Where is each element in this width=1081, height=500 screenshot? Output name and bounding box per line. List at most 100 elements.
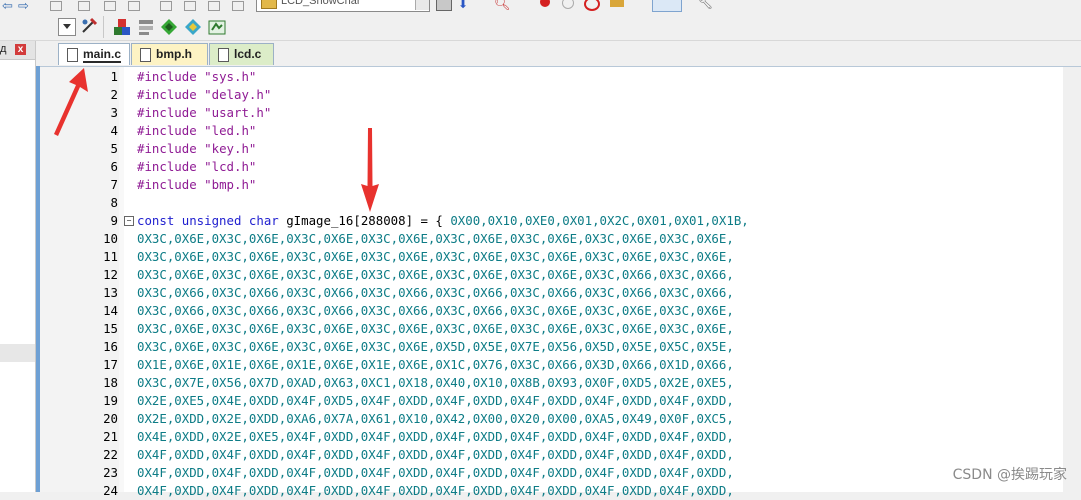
line-number: 19: [103, 393, 118, 408]
project-panel-header: д x: [0, 41, 35, 60]
comment-icon[interactable]: [208, 1, 220, 11]
download-icon[interactable]: ⬇: [458, 0, 468, 11]
string-literal: "usart.h": [204, 105, 272, 120]
clear-bookmarks-icon[interactable]: [128, 1, 140, 11]
tab-main-c[interactable]: main.c: [58, 43, 130, 65]
file-extensions-icon[interactable]: [137, 18, 155, 36]
code-line[interactable]: 11 0X3C,0X6E,0X3C,0X6E,0X3C,0X6E,0X3C,0X6…: [40, 248, 1060, 266]
window-layout-icon[interactable]: [652, 0, 682, 12]
string-literal: "key.h": [204, 141, 257, 156]
code-lines[interactable]: 1 #include "sys.h" 2 #include "delay.h" 3 #…: [40, 68, 1060, 500]
code-line[interactable]: 24 0X4F,0XDD,0X4F,0XDD,0X4F,0XDD,0X4F,0XD…: [40, 482, 1060, 500]
code-text: #include "lcd.h": [137, 158, 264, 176]
preprocessor-directive: #include: [137, 105, 197, 120]
tab-label: main.c: [83, 47, 122, 63]
search-icon[interactable]: 🔍︎: [494, 0, 511, 12]
indent-icon[interactable]: [160, 1, 172, 11]
back-arrow-icon[interactable]: ⇦: [2, 0, 13, 14]
run-time-environment-icon[interactable]: [208, 18, 226, 36]
project-tree-selected-row[interactable]: [0, 344, 35, 362]
hex-data: 0X3C,0X6E,0X3C,0X6E,0X3C,0X6E,0X3C,0X6E,…: [137, 231, 734, 246]
vertical-scrollbar[interactable]: [1063, 67, 1081, 492]
project-panel: д x: [0, 41, 36, 492]
code-text: 0X3C,0X6E,0X3C,0X6E,0X3C,0X6E,0X3C,0X6E,…: [137, 320, 741, 338]
hex-data: 0X3C,0X6E,0X3C,0X6E,0X3C,0X6E,0X3C,0X6E,…: [137, 249, 734, 264]
kill-breakpoints-icon[interactable]: [584, 0, 600, 11]
hex-data: 0X2E,0XDD,0X2E,0XDD,0XA6,0X7A,0X61,0X10,…: [137, 411, 734, 426]
target-select[interactable]: LCD_ShowChar: [256, 0, 430, 12]
pack-installer-icon[interactable]: [160, 18, 178, 36]
bookmark-icon[interactable]: [50, 1, 62, 11]
preprocessor-directive: #include: [137, 177, 197, 192]
line-number: 11: [103, 249, 118, 264]
file-icon: [67, 48, 78, 62]
code-text: #include "key.h": [137, 140, 264, 158]
select-software-packs-icon[interactable]: [184, 18, 202, 36]
code-line[interactable]: 2 #include "delay.h": [40, 86, 1060, 104]
line-number: 14: [103, 303, 118, 318]
find-in-files-icon[interactable]: [436, 0, 452, 11]
code-text: 0X4E,0XDD,0X2E,0XE5,0X4F,0XDD,0X4F,0XDD,…: [137, 428, 741, 446]
bookmark-next-icon[interactable]: [104, 1, 116, 11]
code-text: 0X4F,0XDD,0X4F,0XDD,0X4F,0XDD,0X4F,0XDD,…: [137, 482, 741, 500]
chevron-down-icon[interactable]: [415, 0, 429, 10]
line-number: 9: [110, 213, 118, 228]
uncomment-icon[interactable]: [232, 1, 244, 11]
unindent-icon[interactable]: [184, 1, 196, 11]
code-line[interactable]: 17 0X1E,0X6E,0X1E,0X6E,0X1E,0X6E,0X1E,0X6…: [40, 356, 1060, 374]
code-line[interactable]: 22 0X4F,0XDD,0X4F,0XDD,0X4F,0XDD,0X4F,0XD…: [40, 446, 1060, 464]
code-line[interactable]: 18 0X3C,0X7E,0X56,0X7D,0XAD,0X63,0XC1,0X1…: [40, 374, 1060, 392]
code-line[interactable]: 9− const unsigned char gImage_16[288008] …: [40, 212, 1060, 230]
tab-bmp-h[interactable]: bmp.h: [131, 43, 208, 65]
code-line[interactable]: 14 0X3C,0X66,0X3C,0X66,0X3C,0X66,0X3C,0X6…: [40, 302, 1060, 320]
code-text: 0X3C,0X7E,0X56,0X7D,0XAD,0X63,0XC1,0X18,…: [137, 374, 741, 392]
code-line[interactable]: 3 #include "usart.h": [40, 104, 1060, 122]
string-literal: "led.h": [204, 123, 257, 138]
line-number: 16: [103, 339, 118, 354]
line-number: 21: [103, 429, 118, 444]
code-text: 0X4F,0XDD,0X4F,0XDD,0X4F,0XDD,0X4F,0XDD,…: [137, 464, 741, 482]
target-options-icon[interactable]: [80, 17, 98, 35]
code-text: #include "led.h": [137, 122, 264, 140]
code-line[interactable]: 12 0X3C,0X6E,0X3C,0X6E,0X3C,0X6E,0X3C,0X6…: [40, 266, 1060, 284]
code-line[interactable]: 8: [40, 194, 1060, 212]
breakpoint-icon[interactable]: [540, 0, 550, 7]
line-number: 15: [103, 321, 118, 336]
line-number: 8: [110, 195, 118, 210]
debug-options-icon[interactable]: [610, 0, 624, 7]
forward-arrow-icon[interactable]: ⇨: [18, 0, 29, 14]
hex-data: 0X3C,0X6E,0X3C,0X6E,0X3C,0X6E,0X3C,0X6E,…: [137, 267, 734, 282]
code-line[interactable]: 4 #include "led.h": [40, 122, 1060, 140]
hex-data: 0X4F,0XDD,0X4F,0XDD,0X4F,0XDD,0X4F,0XDD,…: [137, 447, 734, 462]
code-line[interactable]: 1 #include "sys.h": [40, 68, 1060, 86]
code-line[interactable]: 21 0X4E,0XDD,0X2E,0XE5,0X4F,0XDD,0X4F,0XD…: [40, 428, 1060, 446]
code-line[interactable]: 5 #include "key.h": [40, 140, 1060, 158]
code-text: 0X3C,0X6E,0X3C,0X6E,0X3C,0X6E,0X3C,0X6E,…: [137, 338, 741, 356]
code-line[interactable]: 7 #include "bmp.h": [40, 176, 1060, 194]
code-line[interactable]: 10 0X3C,0X6E,0X3C,0X6E,0X3C,0X6E,0X3C,0X6…: [40, 230, 1060, 248]
batch-build-dropdown[interactable]: [58, 18, 76, 36]
tab-label: bmp.h: [156, 47, 192, 61]
code-line[interactable]: 6 #include "lcd.h": [40, 158, 1060, 176]
code-line[interactable]: 15 0X3C,0X6E,0X3C,0X6E,0X3C,0X6E,0X3C,0X6…: [40, 320, 1060, 338]
code-line[interactable]: 23 0X4F,0XDD,0X4F,0XDD,0X4F,0XDD,0X4F,0XD…: [40, 464, 1060, 482]
string-literal: "sys.h": [204, 69, 257, 84]
code-text: 0X3C,0X6E,0X3C,0X6E,0X3C,0X6E,0X3C,0X6E,…: [137, 266, 741, 284]
fold-toggle-icon[interactable]: −: [124, 216, 134, 226]
configure-icon[interactable]: 🔧︎: [698, 0, 713, 10]
code-line[interactable]: 19 0X2E,0XE5,0X4E,0XDD,0X4F,0XD5,0X4F,0XD…: [40, 392, 1060, 410]
code-line[interactable]: 13 0X3C,0X66,0X3C,0X66,0X3C,0X66,0X3C,0X6…: [40, 284, 1060, 302]
manage-components-icon[interactable]: [113, 18, 131, 36]
line-number: 24: [103, 483, 118, 498]
disable-breakpoint-icon[interactable]: [562, 0, 574, 9]
code-text: #include "delay.h": [137, 86, 279, 104]
bookmark-prev-icon[interactable]: [78, 1, 90, 11]
close-icon[interactable]: x: [15, 44, 26, 55]
code-line[interactable]: 20 0X2E,0XDD,0X2E,0XDD,0XA6,0X7A,0X61,0X1…: [40, 410, 1060, 428]
tab-lcd-c[interactable]: lcd.c: [209, 43, 274, 65]
preprocessor-directive: #include: [137, 69, 197, 84]
code-text: #include "bmp.h": [137, 176, 264, 194]
preprocessor-directive: #include: [137, 123, 197, 138]
code-line[interactable]: 16 0X3C,0X6E,0X3C,0X6E,0X3C,0X6E,0X3C,0X6…: [40, 338, 1060, 356]
hex-data: 0X3C,0X66,0X3C,0X66,0X3C,0X66,0X3C,0X66,…: [137, 303, 734, 318]
